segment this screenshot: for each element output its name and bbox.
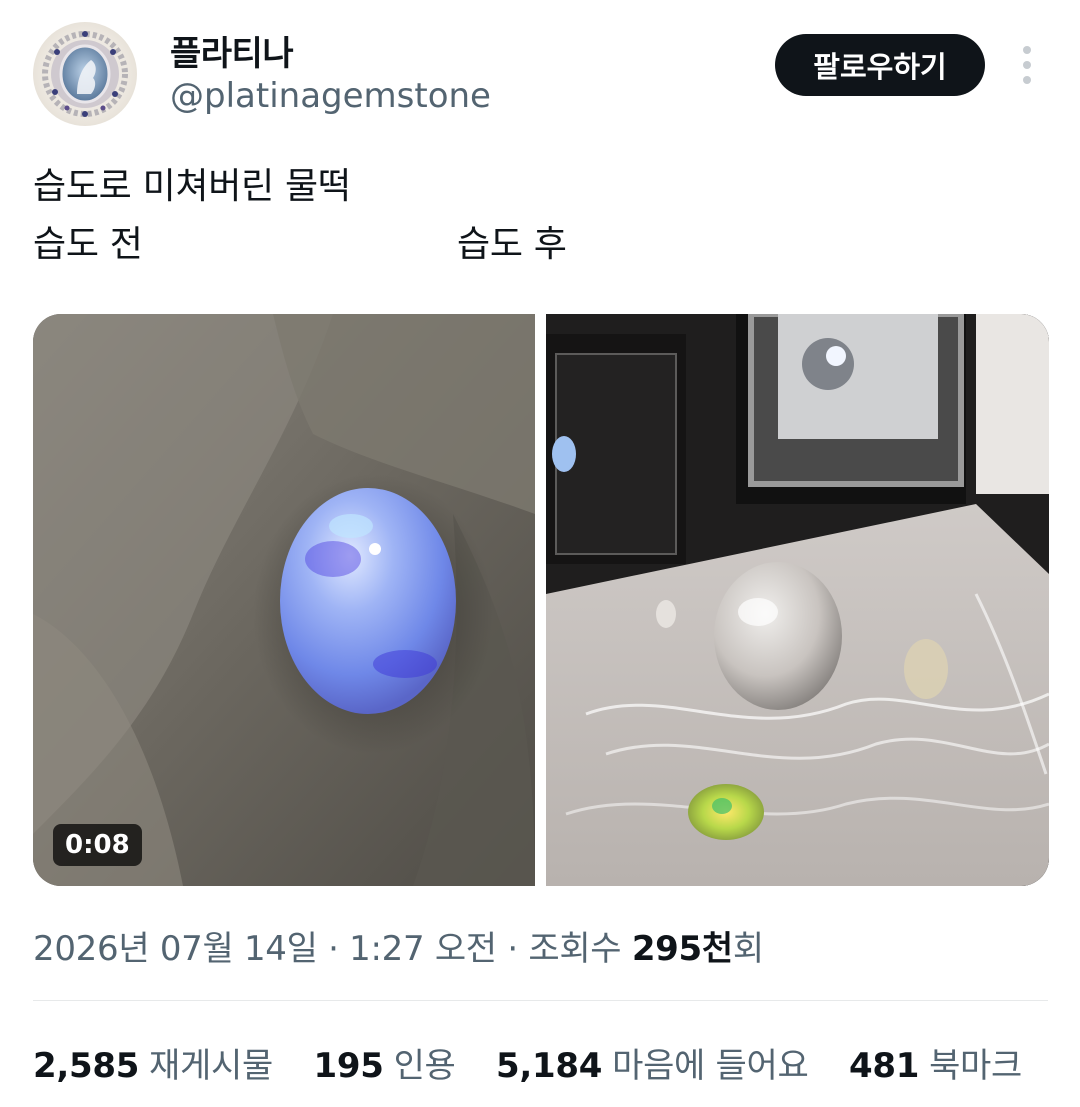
quotes-label: 인용 xyxy=(393,1046,456,1086)
bookmarks-label: 북마크 xyxy=(929,1046,1023,1086)
views-label: 조회수 xyxy=(528,929,622,969)
photo-media[interactable] xyxy=(546,314,1049,886)
video-media[interactable]: 0:08 xyxy=(33,314,535,886)
display-name[interactable]: 플라티나 xyxy=(170,26,294,75)
views-suffix: 회 xyxy=(732,929,764,969)
bookmarks-count: 481 xyxy=(849,1046,920,1086)
reposts-count: 2,585 xyxy=(33,1046,140,1086)
cameo-brooch-avatar-icon xyxy=(42,31,128,117)
likes-label: 마음에 들어요 xyxy=(612,1046,809,1086)
quotes-stat[interactable]: 195 인용 xyxy=(313,1038,455,1087)
avatar[interactable] xyxy=(33,22,137,126)
video-duration-badge: 0:08 xyxy=(53,824,142,866)
tweet-date[interactable]: 2026년 07월 14일 xyxy=(33,929,318,969)
opal-on-fabric-image xyxy=(33,314,535,886)
views-count: 295천 xyxy=(631,929,733,969)
tweet-label-after: 습도 후 xyxy=(457,224,567,265)
meta-separator: · xyxy=(328,929,339,969)
user-handle[interactable]: @platinagemstone xyxy=(170,76,491,116)
engagement-stats: 2,585 재게시물 195 인용 5,184 마음에 들어요 481 북마크 xyxy=(33,1038,1052,1087)
reposts-label: 재게시물 xyxy=(149,1046,273,1086)
tweet-text: 습도로 미쳐버린 물떡 xyxy=(33,166,351,207)
meta-separator: · xyxy=(507,929,518,969)
quotes-count: 195 xyxy=(313,1046,384,1086)
likes-count: 5,184 xyxy=(496,1046,603,1086)
likes-stat[interactable]: 5,184 마음에 들어요 xyxy=(496,1038,809,1087)
divider xyxy=(33,1000,1048,1001)
tweet-meta: 2026년 07월 14일 · 1:27 오전 · 조회수 295천회 xyxy=(33,921,764,970)
tweet-label-before: 습도 전 xyxy=(33,224,143,265)
clear-opal-in-gem-box-image xyxy=(546,314,1049,886)
bookmarks-stat[interactable]: 481 북마크 xyxy=(849,1038,1022,1087)
tweet-time[interactable]: 1:27 오전 xyxy=(349,929,497,969)
more-vertical-icon[interactable] xyxy=(1012,44,1042,88)
reposts-stat[interactable]: 2,585 재게시물 xyxy=(33,1038,273,1087)
follow-button[interactable]: 팔로우하기 xyxy=(775,34,985,96)
